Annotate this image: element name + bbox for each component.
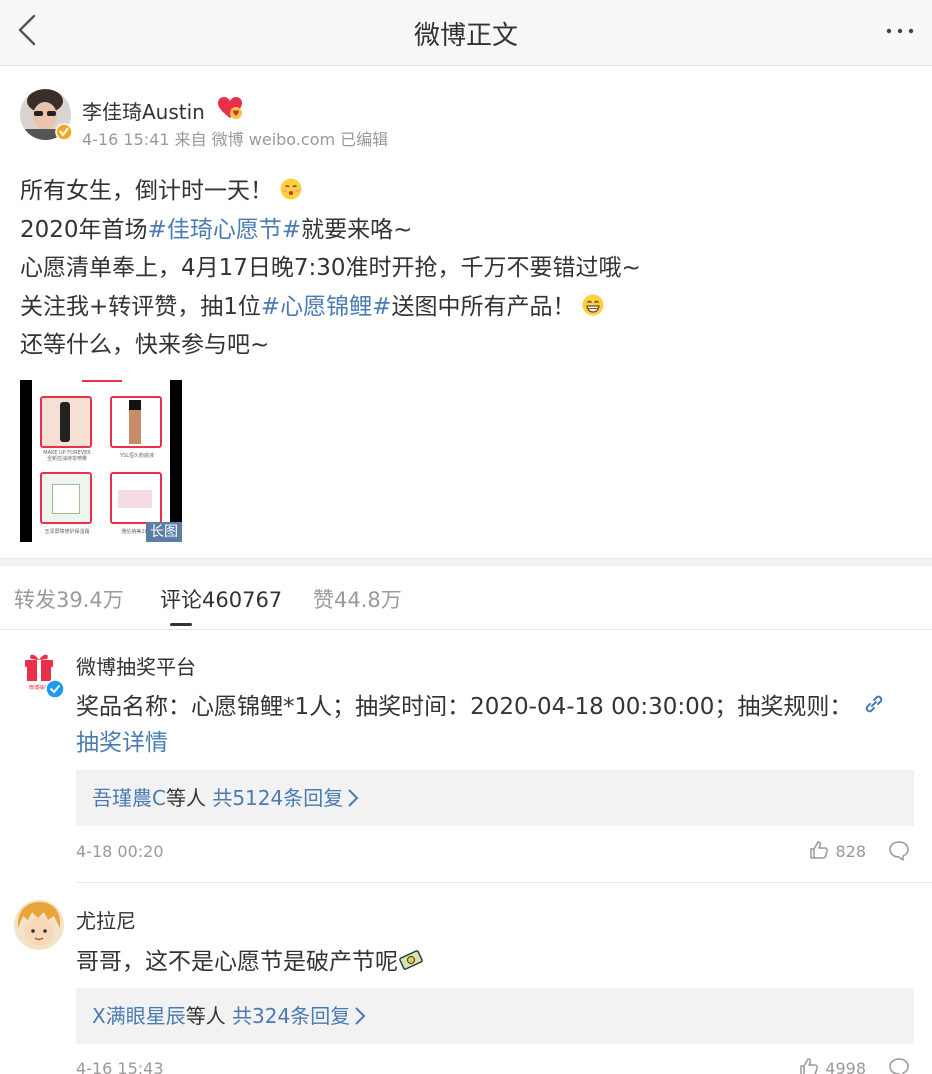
more-dots-icon [886,28,914,34]
svg-text:♥: ♥ [232,109,239,118]
reply-count-link[interactable]: 共5124条回复 [212,786,343,810]
reply-summary[interactable]: 吾瑾農C等人 共5124条回复 [76,770,914,826]
cartoon-avatar-icon [14,900,64,950]
comment-divider [76,882,932,883]
post-text-segment: 送图中所有产品！ [391,293,576,320]
comment-body: 哥哥，这不是心愿节是破产节呢 [76,949,398,975]
weibo-post-page: 微博正文 李佳琦Austin ♥ 4-16 15:41 来自 微博 weibo.… [0,0,932,1074]
author-avatar[interactable] [20,89,73,141]
commenter-name[interactable]: 尤拉尼 [76,905,136,934]
post-text-segment: 就要来咯~ [301,216,413,243]
grin-emoji-icon [581,291,605,315]
comment-text: 奖品名称：心愿锦鲤*1人；抽奖时间：2020-04-18 00:30:00；抽奖… [76,689,916,761]
author-name[interactable]: 李佳琦Austin [82,96,205,125]
long-image-preview: MAKE UP FOREVER 全新控油持妆喷雾 YSL恒久粉底液 玉泽屏障修护… [32,380,170,542]
image-caption: YSL恒久粉底液 [119,453,154,459]
chevron-right-icon [355,1007,366,1025]
post-text-segment: 关注我+转评赞，抽1位 [20,293,261,320]
post-text-segment: 2020年首场 [20,216,148,243]
verified-blue-badge-icon [45,679,65,699]
comment-date: 4-18 00:20 [76,842,164,861]
post-text-line: 关注我+转评赞，抽1位#心愿锦鲤#送图中所有产品！ [20,288,920,327]
top-nav-bar: 微博正文 [0,0,932,66]
section-divider [0,558,932,566]
image-caption: MAKE UP FOREVER 全新控油持妆喷雾 [43,450,91,462]
post-text-line: 还等什么，快来参与吧~ [20,326,920,365]
active-tab-indicator [170,623,192,626]
vip-heart-badge-icon[interactable]: ♥ [217,96,243,120]
verified-badge-icon [55,123,73,141]
reply-summary-text: 等人 [165,786,213,810]
hashtag-link[interactable]: #心愿锦鲤# [261,294,392,320]
thumbs-up-icon [800,1058,819,1074]
tab-repost[interactable]: 转发39.4万 [14,584,124,614]
page-title: 微博正文 [413,21,518,51]
commenter-avatar[interactable]: 微博抽奖 [14,648,65,699]
post-text-segment: 所有女生，倒计时一天！ [20,178,273,204]
lottery-details-link[interactable]: 抽奖详情 [76,730,168,756]
like-count: 828 [835,842,866,861]
post-long-image[interactable]: MAKE UP FOREVER 全新控油持妆喷雾 YSL恒久粉底液 玉泽屏障修护… [20,380,182,542]
thumbs-up-icon [810,841,829,859]
more-options-button[interactable] [884,16,916,46]
post-text-segment: 心愿清单奉上，4月17日晚7:30准时开抢，千万不要错过哦~ [20,255,641,281]
hashtag-link[interactable]: #佳琦心愿节# [148,217,302,243]
money-emoji-icon [399,950,423,970]
reply-count-link[interactable]: 共324条回复 [232,1004,350,1028]
post-text-line: 心愿清单奉上，4月17日晚7:30准时开抢，千万不要错过哦~ [20,249,920,288]
comment-body: 奖品名称：心愿锦鲤*1人；抽奖时间：2020-04-18 00:30:00；抽奖… [76,694,853,720]
reply-user-link[interactable]: X满眼星辰 [92,1004,186,1028]
like-count: 4998 [825,1059,866,1074]
comment-date: 4-16 15:43 [76,1059,164,1074]
reply-user-link[interactable]: 吾瑾農C [92,786,166,810]
post-text-line: 所有女生，倒计时一天！ [20,172,920,211]
like-button[interactable]: 4998 [799,1057,866,1074]
like-button[interactable]: 828 [809,840,866,861]
kiss-emoji-icon [279,175,303,200]
post-text-segment: 还等什么，快来参与吧~ [20,332,270,358]
interaction-tabs: 转发39.4万 评论460767 赞44.8万 [0,566,932,630]
post-meta: 4-16 15:41 来自 微博 weibo.com 已编辑 [82,130,389,149]
long-image-tag: 长图 [146,522,182,542]
commenter-name[interactable]: 微博抽奖平台 [76,651,196,680]
chevron-right-icon [348,789,359,807]
link-icon [866,695,883,713]
post-text-line: 2020年首场#佳琦心愿节#就要来咯~ [20,211,920,250]
comment-bubble-icon[interactable] [888,840,910,862]
image-caption: 玉泽屏障修护保湿霜 [44,529,90,535]
commenter-avatar[interactable] [14,900,64,950]
tab-comment[interactable]: 评论460767 [160,584,282,614]
post-content: 所有女生，倒计时一天！ 2020年首场#佳琦心愿节#就要来咯~ 心愿清单奉上，4月1… [20,172,920,365]
reply-summary[interactable]: X满眼星辰等人 共324条回复 [76,988,914,1044]
reply-summary-text: 等人 [185,1004,233,1028]
comment-text: 哥哥，这不是心愿节是破产节呢 [76,944,916,980]
comment-bubble-icon[interactable] [888,1057,910,1074]
tab-like[interactable]: 赞44.8万 [313,584,402,614]
